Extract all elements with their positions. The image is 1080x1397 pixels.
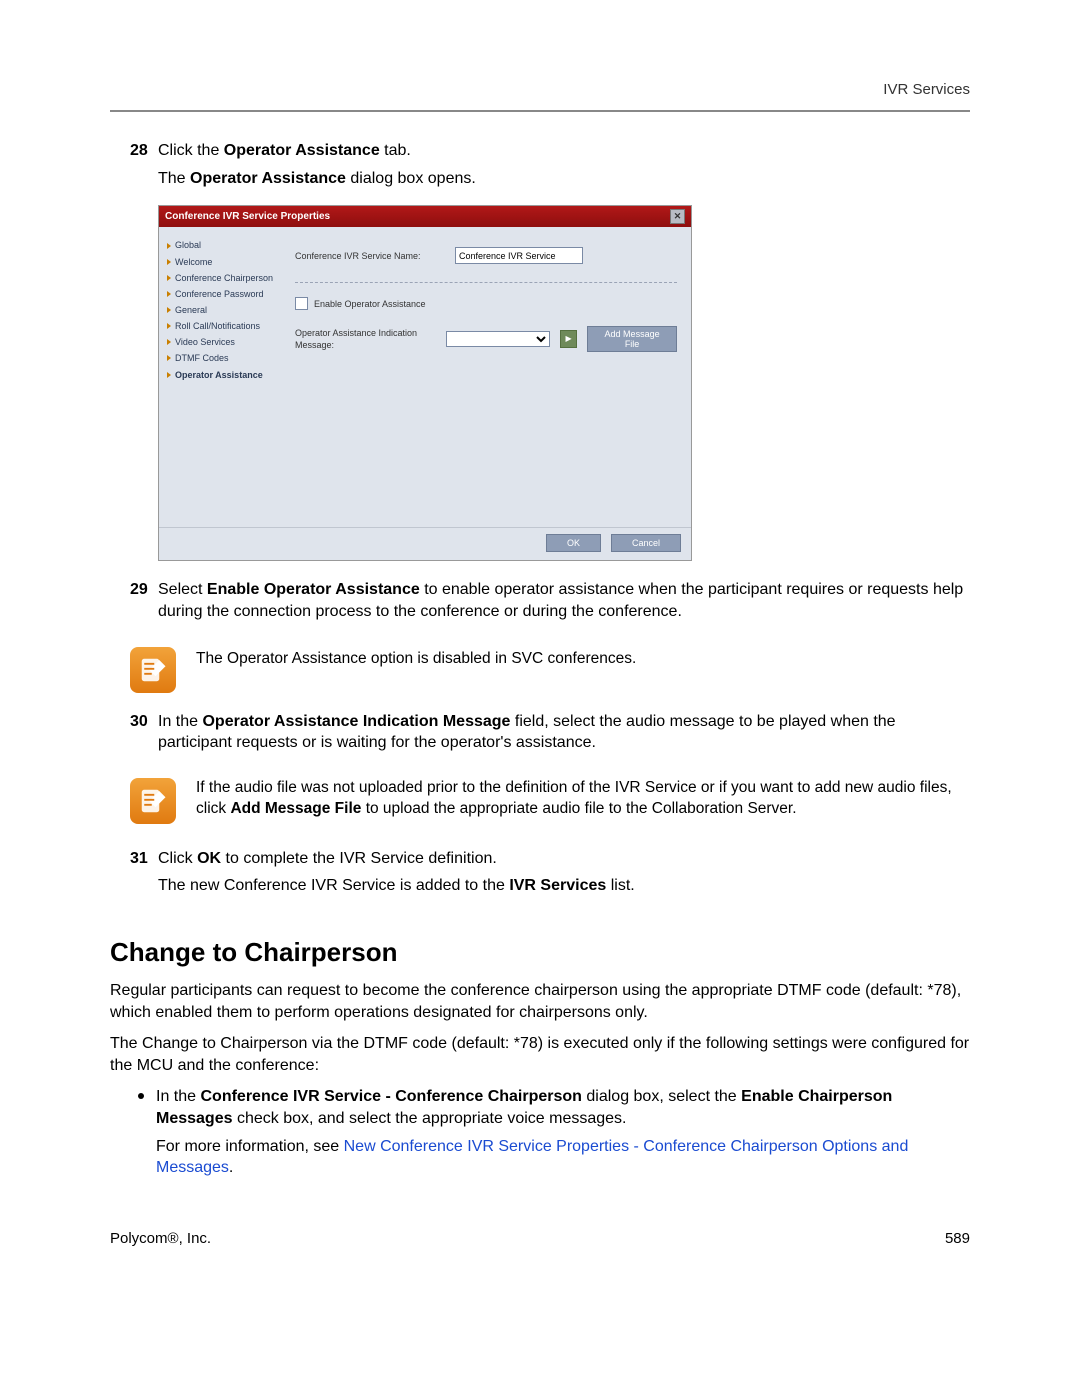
chevron-right-icon [167, 307, 171, 313]
close-icon[interactable]: ✕ [670, 209, 685, 224]
step-31: 31 Click OK to complete the IVR Service … [130, 848, 970, 903]
text: list. [606, 877, 634, 894]
note-box: The Operator Assistance option is disabl… [130, 647, 970, 693]
text: dialog box, select the [582, 1088, 741, 1105]
note-icon [130, 647, 176, 693]
footer-right: 589 [945, 1229, 970, 1249]
label: Welcome [175, 256, 212, 268]
header-rule [110, 110, 970, 112]
nav-general[interactable]: General [167, 302, 277, 318]
step-28: 28 Click the Operator Assistance tab. Th… [130, 140, 970, 195]
label: Video Services [175, 336, 235, 348]
label: Conference Chairperson [175, 272, 273, 284]
service-name-label: Conference IVR Service Name: [295, 250, 445, 262]
label: General [175, 304, 207, 316]
service-name-input[interactable] [455, 247, 583, 264]
dialog-title: Conference IVR Service Properties [165, 210, 330, 224]
paragraph: Regular participants can request to beco… [110, 980, 970, 1023]
note-icon [130, 778, 176, 824]
chevron-right-icon [167, 291, 171, 297]
label: Roll Call/Notifications [175, 320, 260, 332]
text: check box, and select the appropriate vo… [233, 1110, 627, 1127]
step-number: 30 [130, 711, 158, 760]
nav-conf-chairperson[interactable]: Conference Chairperson [167, 270, 277, 286]
nav-welcome[interactable]: Welcome [167, 254, 277, 270]
enable-operator-assistance-label: Enable Operator Assistance [314, 298, 426, 310]
bold: Conference IVR Service - Conference Chai… [200, 1088, 581, 1105]
text: Click the [158, 142, 224, 159]
label: DTMF Codes [175, 352, 229, 364]
enable-operator-assistance-checkbox[interactable] [295, 297, 308, 310]
dialog-titlebar: Conference IVR Service Properties ✕ [159, 206, 691, 227]
text: Click [158, 850, 197, 867]
chevron-right-icon [167, 259, 171, 265]
dialog-main: Conference IVR Service Name: Enable Oper… [281, 227, 691, 527]
dialog-screenshot: Conference IVR Service Properties ✕ Glob… [158, 205, 692, 561]
section-heading: Change to Chairperson [110, 935, 970, 970]
text: dialog box opens. [346, 170, 476, 187]
note-text: If the audio file was not uploaded prior… [196, 778, 970, 820]
text: to complete the IVR Service definition. [221, 850, 497, 867]
bold: Enable Operator Assistance [207, 581, 420, 598]
bold: Operator Assistance [224, 142, 380, 159]
play-icon[interactable]: ▶ [560, 330, 577, 348]
footer-left: Polycom®, Inc. [110, 1229, 211, 1249]
step-30: 30 In the Operator Assistance Indication… [130, 711, 970, 760]
label: Operator Assistance [175, 369, 263, 381]
chevron-right-icon [167, 243, 171, 249]
chevron-right-icon [167, 355, 171, 361]
text: . [229, 1159, 233, 1176]
label: Global [175, 239, 201, 251]
text: For more information, see [156, 1138, 344, 1155]
label: Conference Password [175, 288, 264, 300]
text: The [158, 170, 190, 187]
add-message-file-button[interactable]: Add Message File [587, 326, 677, 352]
text: Select [158, 581, 207, 598]
bold: Add Message File [230, 800, 361, 817]
text: In the [156, 1088, 200, 1105]
ok-button[interactable]: OK [546, 534, 601, 552]
note-box: If the audio file was not uploaded prior… [130, 778, 970, 824]
bold: IVR Services [509, 877, 606, 894]
bold: Operator Assistance [190, 170, 346, 187]
step-29: 29 Select Enable Operator Assistance to … [130, 579, 970, 628]
step-number: 31 [130, 848, 158, 903]
nav-video-services[interactable]: Video Services [167, 334, 277, 350]
text: The new Conference IVR Service is added … [158, 877, 509, 894]
chevron-right-icon [167, 339, 171, 345]
nav-global[interactable]: Global [167, 237, 277, 253]
nav-roll-call[interactable]: Roll Call/Notifications [167, 318, 277, 334]
nav-operator-assistance[interactable]: Operator Assistance [167, 367, 277, 383]
page-footer: Polycom®, Inc. 589 [110, 1229, 970, 1249]
list-item: In the Conference IVR Service - Conferen… [138, 1086, 970, 1178]
nav-conf-password[interactable]: Conference Password [167, 286, 277, 302]
chevron-right-icon [167, 323, 171, 329]
indication-message-select[interactable] [446, 331, 550, 347]
bold: Operator Assistance Indication Message [202, 713, 510, 730]
text: tab. [380, 142, 411, 159]
cancel-button[interactable]: Cancel [611, 534, 681, 552]
paragraph: The Change to Chairperson via the DTMF c… [110, 1033, 970, 1076]
bold: OK [197, 850, 221, 867]
step-number: 28 [130, 140, 158, 195]
note-text: The Operator Assistance option is disabl… [196, 647, 970, 670]
dialog-nav: Global Welcome Conference Chairperson Co… [159, 227, 281, 527]
text: to upload the appropriate audio file to … [361, 800, 796, 817]
step-number: 29 [130, 579, 158, 628]
running-header: IVR Services [110, 80, 970, 100]
chevron-right-icon [167, 372, 171, 378]
chevron-right-icon [167, 275, 171, 281]
text: In the [158, 713, 202, 730]
nav-dtmf-codes[interactable]: DTMF Codes [167, 350, 277, 366]
indication-message-label: Operator Assistance Indication Message: [295, 327, 436, 351]
divider [295, 282, 677, 283]
